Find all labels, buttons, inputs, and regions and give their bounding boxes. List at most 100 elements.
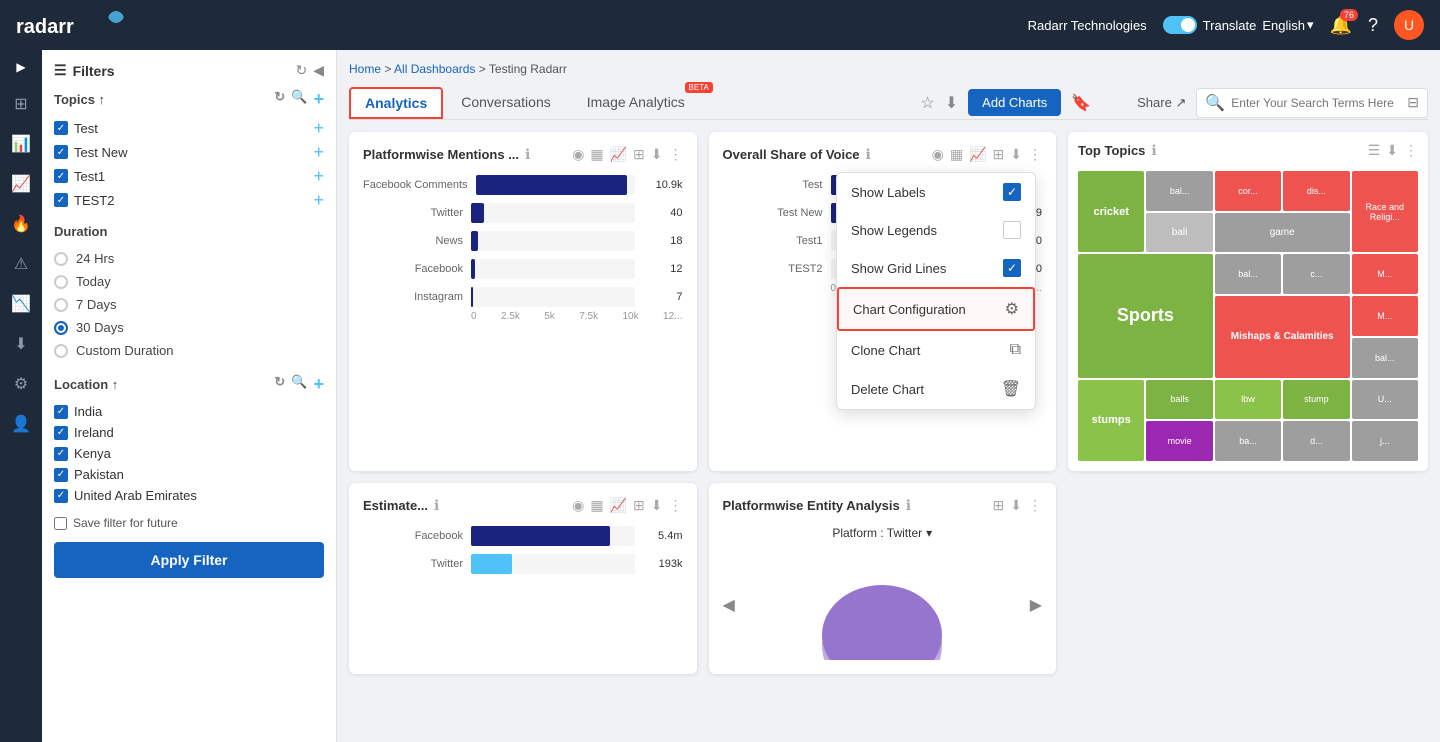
estimate-info-icon[interactable]: ℹ xyxy=(434,497,439,514)
location-refresh-icon[interactable]: ↻ xyxy=(274,374,285,395)
bookmark-button[interactable]: 🔖 xyxy=(1071,93,1091,113)
sidebar-nav-settings[interactable]: ⚙ xyxy=(3,366,39,402)
star-button[interactable]: ☆ xyxy=(920,93,934,113)
search-input[interactable] xyxy=(1231,96,1401,110)
expand-icon[interactable]: ▶ xyxy=(16,60,25,74)
translate-switch[interactable] xyxy=(1163,16,1197,34)
topics-refresh-icon[interactable]: ↻ xyxy=(274,89,285,110)
toptopics-more-icon[interactable]: ⋮ xyxy=(1404,142,1418,159)
toptopics-info-icon[interactable]: ℹ xyxy=(1151,142,1156,159)
entity-table-icon[interactable]: ⊞ xyxy=(993,497,1005,514)
topic-checkbox-test[interactable] xyxy=(54,121,68,135)
location-checkbox-kenya[interactable] xyxy=(54,447,68,461)
toptopics-download-icon[interactable]: ⬇ xyxy=(1386,142,1398,159)
mentions-download-icon[interactable]: ⬇ xyxy=(651,146,663,163)
menu-item-show-labels[interactable]: Show Labels ✓ xyxy=(837,173,1035,211)
location-india: India xyxy=(54,401,324,422)
topic-add-test2[interactable]: + xyxy=(313,191,324,209)
tab-image-analytics[interactable]: Image Analytics BETA xyxy=(569,86,715,120)
duration-7days-radio[interactable] xyxy=(54,298,68,312)
topic-checkbox-testnew[interactable] xyxy=(54,145,68,159)
sidebar-collapse-icon[interactable]: ◀ xyxy=(313,62,324,79)
language-selector[interactable]: English ▾ xyxy=(1262,17,1313,33)
breadcrumb-home[interactable]: Home xyxy=(349,62,381,76)
mentions-table-icon[interactable]: ⊞ xyxy=(633,146,645,163)
location-checkbox-ireland[interactable] xyxy=(54,426,68,440)
estimate-table-icon[interactable]: ⊞ xyxy=(633,497,645,514)
estimate-pie-icon[interactable]: ◉ xyxy=(572,497,584,514)
add-charts-button[interactable]: Add Charts xyxy=(968,89,1061,116)
sidebar-nav-home[interactable]: ⊞ xyxy=(3,86,39,122)
topic-checkbox-test1[interactable] xyxy=(54,169,68,183)
mentions-more-icon[interactable]: ⋮ xyxy=(669,146,683,163)
tab-conversations[interactable]: Conversations xyxy=(443,86,569,120)
menu-item-clone-chart[interactable]: Clone Chart ⧉ xyxy=(837,331,1035,369)
next-arrow-icon[interactable]: ▶ xyxy=(1030,595,1042,615)
platform-chevron-icon: ▾ xyxy=(926,526,932,540)
menu-item-delete-chart[interactable]: Delete Chart 🗑 xyxy=(837,369,1035,409)
sov-table-icon[interactable]: ⊞ xyxy=(993,146,1005,163)
show-labels-toggle[interactable]: ✓ xyxy=(1003,183,1021,201)
topics-search-icon[interactable]: 🔍 xyxy=(291,89,307,110)
sov-line-icon[interactable]: 📈 xyxy=(969,146,986,163)
sidebar-nav-download[interactable]: ⬇ xyxy=(3,326,39,362)
sov-download-icon[interactable]: ⬇ xyxy=(1010,146,1022,163)
mentions-line-icon[interactable]: 📈 xyxy=(610,146,627,163)
menu-item-show-grid-lines[interactable]: Show Grid Lines ✓ xyxy=(837,249,1035,287)
share-button[interactable]: Share ↗ xyxy=(1137,95,1186,111)
sidebar-nav-graph[interactable]: 📉 xyxy=(3,286,39,322)
sidebar-nav-charts[interactable]: 📈 xyxy=(3,166,39,202)
refresh-icon[interactable]: ↻ xyxy=(295,62,307,79)
location-checkbox-uae[interactable] xyxy=(54,489,68,503)
topic-add-test[interactable]: + xyxy=(313,119,324,137)
topic-add-test1[interactable]: + xyxy=(313,167,324,185)
menu-item-show-legends[interactable]: Show Legends xyxy=(837,211,1035,249)
sidebar-nav-user[interactable]: 👤 xyxy=(3,406,39,442)
sidebar-nav-fire[interactable]: 🔥 xyxy=(3,206,39,242)
breadcrumb-all-dashboards[interactable]: All Dashboards xyxy=(394,62,475,76)
user-avatar[interactable]: U xyxy=(1394,10,1424,40)
entity-more-icon[interactable]: ⋮ xyxy=(1028,497,1042,514)
duration-today-radio[interactable] xyxy=(54,275,68,289)
location-search-icon[interactable]: 🔍 xyxy=(291,374,307,395)
duration-30days-radio[interactable] xyxy=(54,321,68,335)
show-legends-toggle[interactable] xyxy=(1003,221,1021,239)
estimate-more-icon[interactable]: ⋮ xyxy=(669,497,683,514)
mentions-info-icon[interactable]: ℹ xyxy=(525,146,530,163)
sidebar-nav-alert[interactable]: ⚠ xyxy=(3,246,39,282)
entity-download-icon[interactable]: ⬇ xyxy=(1010,497,1022,514)
sov-info-icon[interactable]: ℹ xyxy=(866,146,871,163)
download-button[interactable]: ⬇ xyxy=(945,93,958,113)
sov-pie-icon[interactable]: ◉ xyxy=(932,146,944,163)
topic-add-testnew[interactable]: + xyxy=(313,143,324,161)
estimate-bar-icon[interactable]: ▦ xyxy=(590,497,603,514)
treemap-cell-c: c... xyxy=(1283,254,1349,294)
sidebar-nav-analytics[interactable]: 📊 xyxy=(3,126,39,162)
toptopics-list-icon[interactable]: ☰ xyxy=(1368,142,1381,159)
help-icon[interactable]: ? xyxy=(1368,15,1378,36)
duration-custom-radio[interactable] xyxy=(54,344,68,358)
estimate-line-icon[interactable]: 📈 xyxy=(610,497,627,514)
prev-arrow-icon[interactable]: ◀ xyxy=(723,595,735,615)
sov-bar-icon[interactable]: ▦ xyxy=(950,146,963,163)
mentions-bar-icon[interactable]: ▦ xyxy=(590,146,603,163)
location-checkbox-pakistan[interactable] xyxy=(54,468,68,482)
entity-info-icon[interactable]: ℹ xyxy=(906,497,911,514)
mentions-pie-icon[interactable]: ◉ xyxy=(572,146,584,163)
tab-analytics[interactable]: Analytics xyxy=(349,87,443,119)
apply-filter-button[interactable]: Apply Filter xyxy=(54,542,324,578)
menu-item-chart-configuration[interactable]: Chart Configuration ⚙ xyxy=(837,287,1035,331)
topic-checkbox-test2[interactable] xyxy=(54,193,68,207)
location-checkbox-india[interactable] xyxy=(54,405,68,419)
platform-twitter-btn[interactable]: Platform : Twitter ▾ xyxy=(832,526,932,540)
estimate-download-icon[interactable]: ⬇ xyxy=(651,497,663,514)
duration-24hrs-radio[interactable] xyxy=(54,252,68,266)
bar-fill-facebook xyxy=(471,259,475,279)
topics-add-icon[interactable]: + xyxy=(313,89,324,110)
sov-more-icon[interactable]: ⋮ xyxy=(1028,146,1042,163)
save-filter-checkbox[interactable] xyxy=(54,517,67,530)
filter-icon[interactable]: ⊟ xyxy=(1407,94,1419,111)
topics-label: Topics ↑ xyxy=(54,92,105,107)
location-add-icon[interactable]: + xyxy=(313,374,324,395)
show-grid-lines-toggle[interactable]: ✓ xyxy=(1003,259,1021,277)
